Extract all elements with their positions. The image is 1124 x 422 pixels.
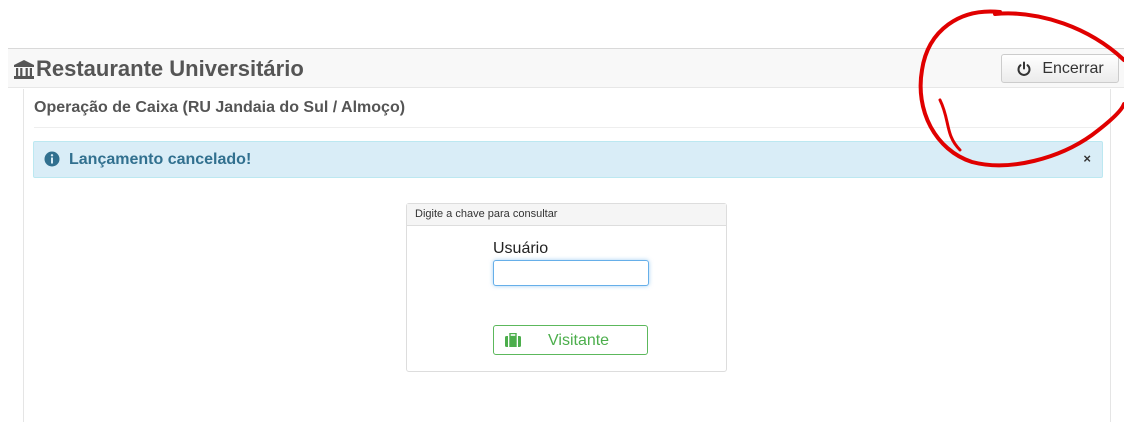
user-input[interactable] [493,260,649,286]
page-title: Operação de Caixa (RU Jandaia do Sul / A… [34,99,1102,128]
university-icon [14,60,34,79]
close-button[interactable]: × [1083,151,1091,166]
alert-message: Lançamento cancelado! [69,151,252,168]
user-label: Usuário [493,240,549,257]
alert-info: Lançamento cancelado! × [33,141,1103,178]
brand-title: Restaurante Universitário [36,56,304,81]
visitor-label: Visitante [548,332,610,349]
navbar: Restaurante Universitário Encerrar [8,48,1124,88]
visitor-button[interactable]: Visitante [493,325,648,355]
logout-button[interactable]: Encerrar [1001,54,1119,83]
power-icon [1017,61,1031,76]
search-panel: Digite a chave para consultar Usuário Vi… [406,203,727,372]
info-circle-icon [44,151,60,167]
briefcase-icon [505,333,521,347]
search-panel-heading: Digite a chave para consultar [407,204,726,226]
brand[interactable]: Restaurante Universitário [13,56,304,82]
logout-label: Encerrar [1042,59,1104,77]
